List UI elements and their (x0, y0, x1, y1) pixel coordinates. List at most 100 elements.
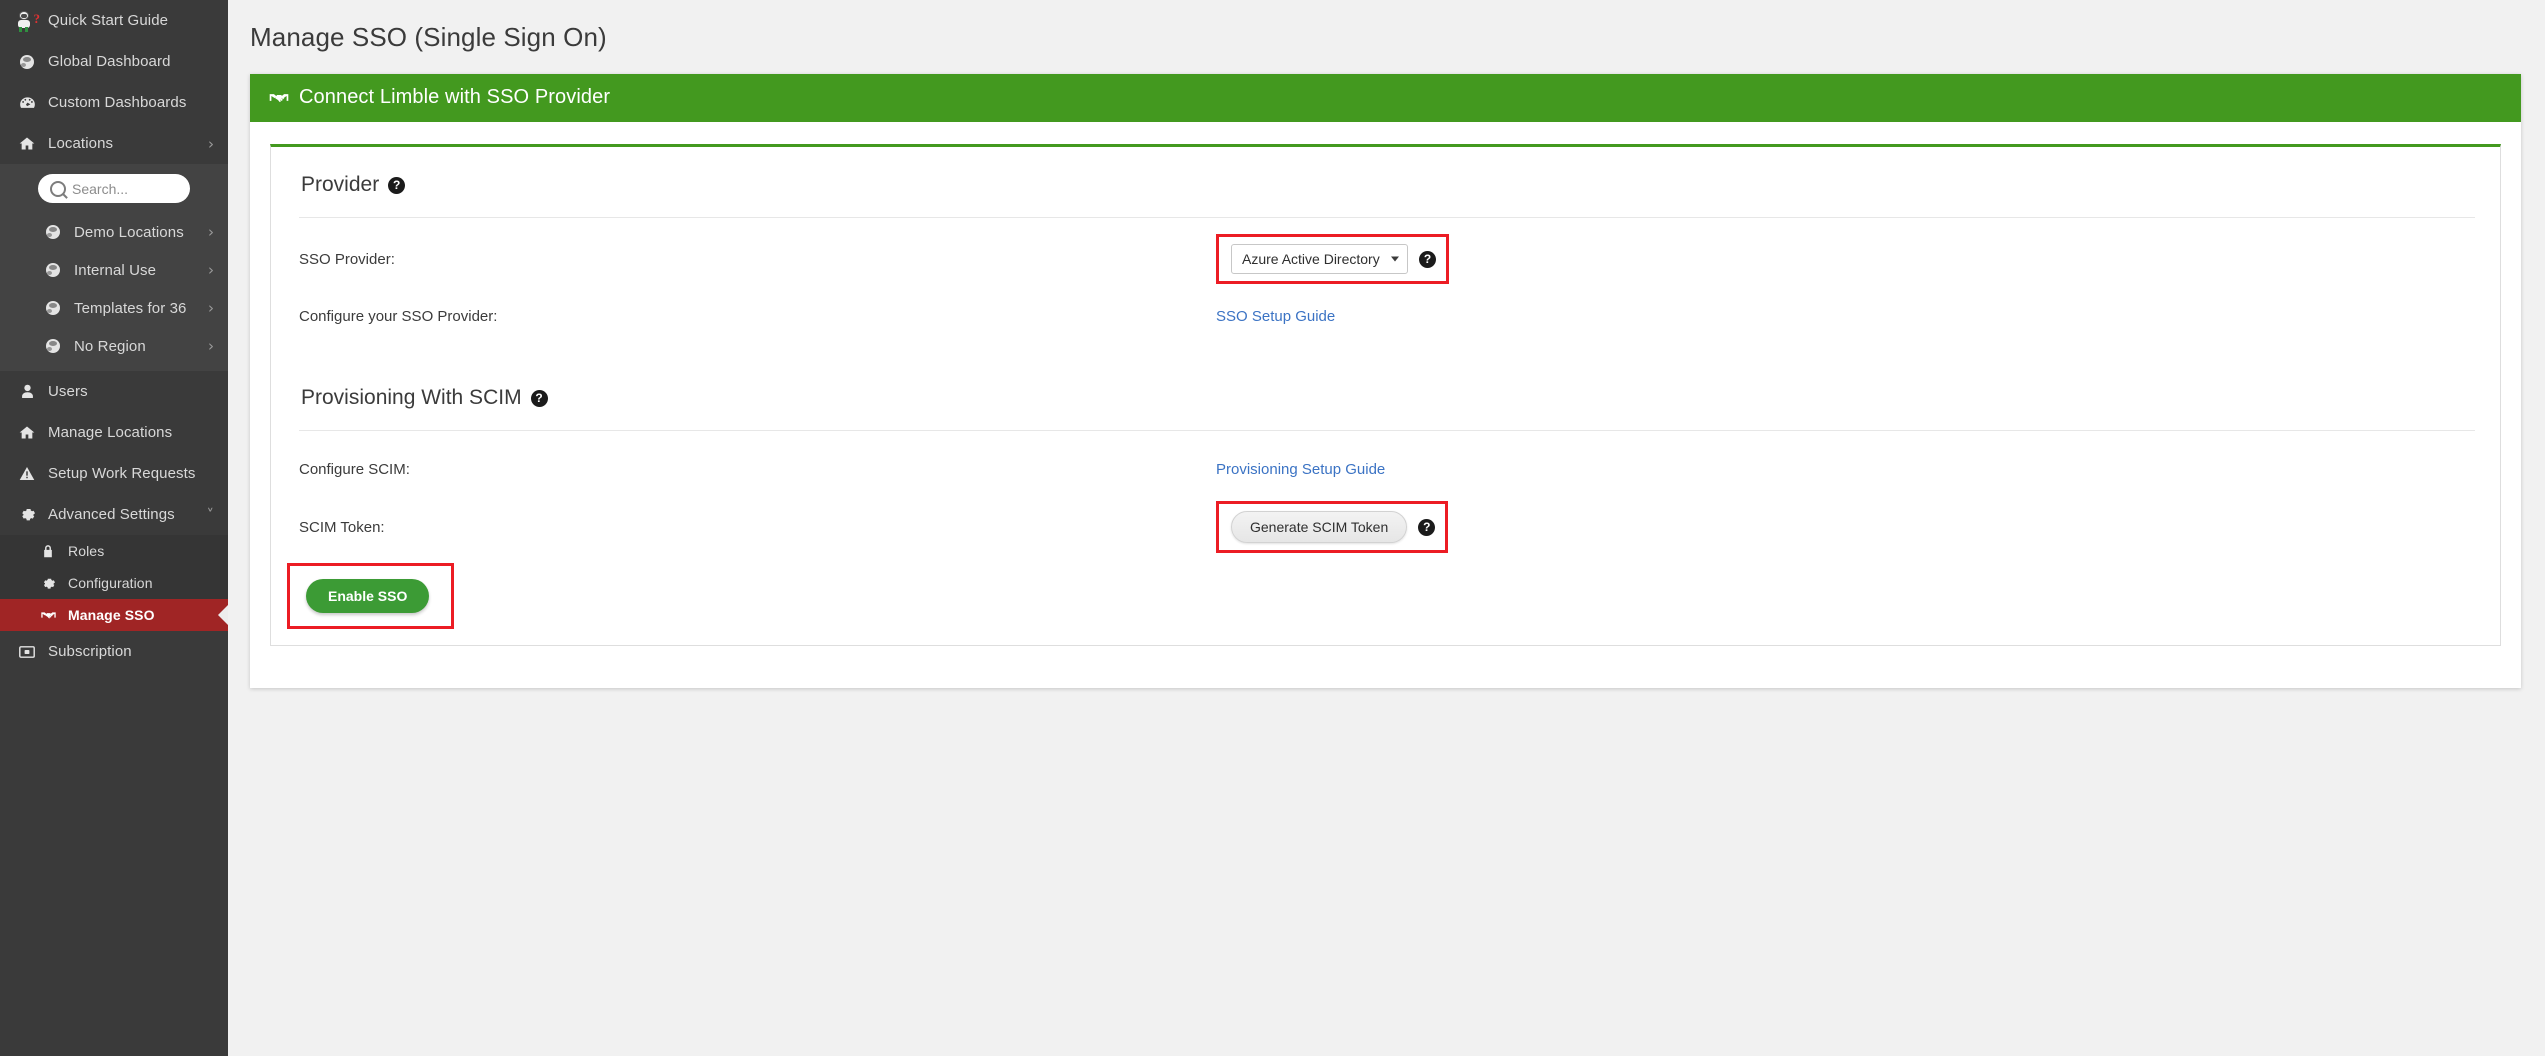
sidebar-item-manage-locations[interactable]: Manage Locations (0, 412, 228, 453)
astronaut-icon: ? (14, 10, 40, 32)
sidebar-item-advanced-settings[interactable]: Advanced Settings ˅ (0, 494, 228, 535)
provider-section-title: Provider (301, 173, 380, 196)
sidebar-item-label: Setup Work Requests (48, 465, 196, 482)
sidebar-item-label: Internal Use (74, 261, 157, 279)
sso-card-header-label: Connect Limble with SSO Provider (299, 86, 611, 108)
sidebar-item-locations[interactable]: Locations › (0, 123, 228, 164)
sso-provider-control-group: Azure Active Directory ? (1216, 234, 1449, 284)
handshake-icon (36, 609, 60, 621)
chevron-right-icon: › (208, 299, 214, 317)
help-icon[interactable]: ? (1419, 250, 1436, 268)
sso-setup-guide-link[interactable]: SSO Setup Guide (1216, 308, 1335, 325)
sso-settings-panel: Provider ? SSO Provider: Azure Active Di… (270, 144, 2501, 646)
lock-icon (36, 544, 60, 558)
sidebar-item-global-dashboard[interactable]: Global Dashboard (0, 41, 228, 82)
sidebar-item-no-region[interactable]: No Region › (0, 327, 228, 365)
sidebar-item-label: Users (48, 383, 88, 400)
location-search-wrapper (0, 168, 228, 213)
sso-provider-label: SSO Provider: (299, 250, 395, 268)
scim-section-title: Provisioning With SCIM (301, 386, 522, 409)
sidebar: ? Quick Start Guide Global Dashboard Cus… (0, 0, 228, 1056)
home-icon (14, 425, 40, 440)
scim-section-heading: Provisioning With SCIM ? (271, 360, 2500, 410)
sso-provider-select-wrapper[interactable]: Azure Active Directory (1231, 244, 1408, 274)
locations-subtree: Demo Locations › Internal Use › Template… (0, 164, 228, 371)
handshake-icon (268, 90, 290, 105)
search-box[interactable] (38, 174, 190, 203)
scim-token-row: SCIM Token: Generate SCIM Token ? (271, 501, 2500, 553)
sidebar-item-roles[interactable]: Roles (0, 535, 228, 567)
scim-token-highlight-box: Generate SCIM Token ? (1216, 501, 1449, 553)
configure-sso-provider-label: Configure your SSO Provider: (299, 307, 498, 325)
provisioning-guide-group: Provisioning Setup Guide (1216, 461, 1385, 478)
search-icon (50, 180, 66, 197)
sidebar-item-templates-for-36[interactable]: Templates for 36 › (0, 289, 228, 327)
sidebar-item-label: Roles (68, 543, 105, 559)
sidebar-item-label: Quick Start Guide (48, 12, 169, 29)
user-icon (14, 384, 40, 399)
chevron-right-icon: › (208, 134, 214, 153)
warning-triangle-icon (14, 466, 40, 481)
globe-icon (40, 339, 66, 353)
help-icon[interactable]: ? (388, 176, 406, 194)
sidebar-item-internal-use[interactable]: Internal Use › (0, 251, 228, 289)
globe-icon (40, 225, 66, 239)
sidebar-item-label: Manage SSO (68, 607, 155, 623)
home-icon (14, 136, 40, 151)
sidebar-item-label: Configuration (68, 575, 153, 591)
scim-token-control-group: Generate SCIM Token ? (1216, 501, 1449, 553)
app-root: ? Quick Start Guide Global Dashboard Cus… (0, 0, 2545, 1056)
gear-icon (14, 507, 40, 522)
advanced-settings-subtree: Roles Configuration Manage SSO (0, 535, 228, 631)
generate-scim-token-button[interactable]: Generate SCIM Token (1231, 511, 1408, 543)
page-title: Manage SSO (Single Sign On) (250, 22, 607, 52)
sidebar-item-label: Templates for 36 (74, 299, 187, 317)
sidebar-item-quick-start-guide[interactable]: ? Quick Start Guide (0, 0, 228, 41)
sidebar-item-label: Demo Locations (74, 223, 184, 241)
help-icon[interactable]: ? (1418, 518, 1436, 536)
sidebar-item-custom-dashboards[interactable]: Custom Dashboards (0, 82, 228, 123)
help-icon[interactable]: ? (530, 389, 548, 407)
sidebar-item-label: Custom Dashboards (48, 94, 187, 111)
sso-provider-highlight-box: Azure Active Directory ? (1216, 234, 1449, 284)
sidebar-item-users[interactable]: Users (0, 371, 228, 412)
enable-sso-button[interactable]: Enable SSO (306, 579, 430, 613)
card-icon (14, 645, 40, 658)
configure-sso-provider-row: Configure your SSO Provider: SSO Setup G… (271, 294, 2500, 338)
sidebar-item-label: Locations (48, 135, 114, 152)
sso-provider-select[interactable]: Azure Active Directory (1231, 244, 1408, 274)
sidebar-item-label: Global Dashboard (48, 53, 171, 70)
chevron-right-icon: › (208, 261, 214, 279)
chevron-right-icon: › (208, 337, 214, 355)
configure-scim-label: Configure SCIM: (299, 460, 410, 478)
gear-icon (36, 577, 60, 590)
sidebar-item-label: Manage Locations (48, 424, 173, 441)
sidebar-item-demo-locations[interactable]: Demo Locations › (0, 213, 228, 251)
enable-sso-row: Enable SSO (271, 563, 2500, 629)
globe-icon (40, 263, 66, 277)
sso-card-body: Provider ? SSO Provider: Azure Active Di… (250, 122, 2521, 688)
enable-sso-highlight-box: Enable SSO (287, 563, 455, 629)
sidebar-item-label: No Region (74, 337, 146, 355)
provider-section-heading: Provider ? (271, 147, 2500, 197)
sidebar-item-subscription[interactable]: Subscription (0, 631, 228, 672)
sso-provider-row: SSO Provider: Azure Active Directory ? (271, 234, 2500, 284)
main-content: Manage SSO (Single Sign On) Connect Limb… (228, 0, 2545, 1056)
sidebar-item-label: Advanced Settings (48, 506, 175, 523)
chevron-right-icon: › (208, 223, 214, 241)
globe-icon (14, 54, 40, 69)
gauge-icon (14, 96, 40, 110)
sidebar-item-manage-sso[interactable]: Manage SSO (0, 599, 228, 631)
provisioning-setup-guide-link[interactable]: Provisioning Setup Guide (1216, 461, 1385, 478)
globe-icon (40, 301, 66, 315)
sso-card-header: Connect Limble with SSO Provider (250, 74, 2521, 122)
sso-card: Connect Limble with SSO Provider Provide… (250, 74, 2521, 688)
search-input[interactable] (72, 180, 178, 197)
sidebar-item-configuration[interactable]: Configuration (0, 567, 228, 599)
configure-scim-row: Configure SCIM: Provisioning Setup Guide (271, 447, 2500, 491)
chevron-down-icon: ˅ (206, 505, 215, 524)
scim-token-label: SCIM Token: (299, 518, 385, 536)
sidebar-item-setup-work-requests[interactable]: Setup Work Requests (0, 453, 228, 494)
sso-setup-guide-group: SSO Setup Guide (1216, 308, 1335, 325)
sidebar-item-label: Subscription (48, 643, 132, 660)
